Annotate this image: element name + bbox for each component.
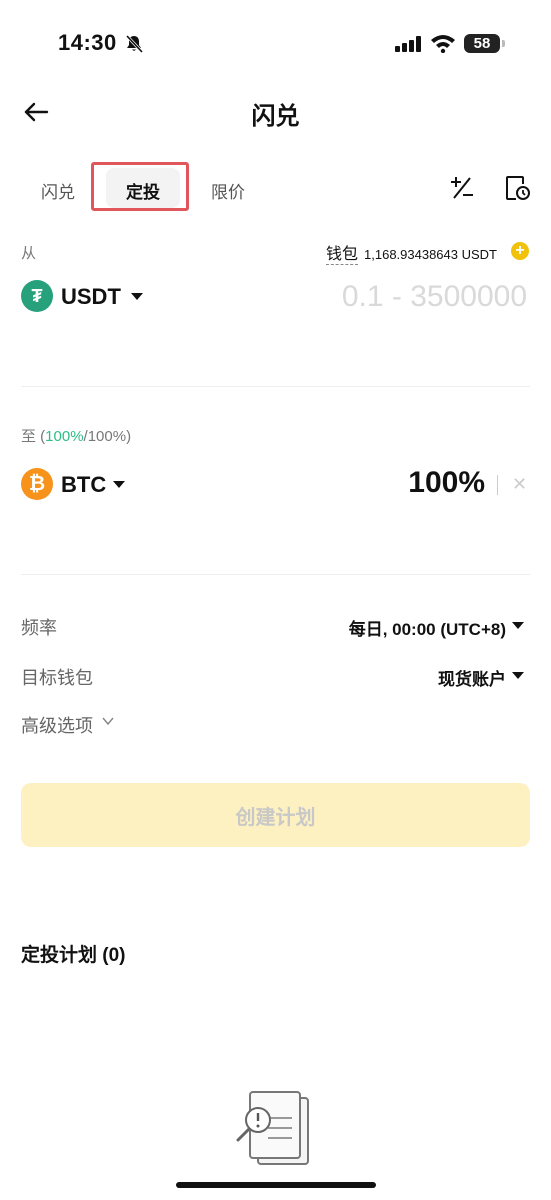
wifi-icon <box>431 35 455 53</box>
wallet-balance-value: 1,168.93438643 USDT <box>364 247 497 262</box>
plus-minus-icon[interactable] <box>448 174 476 202</box>
close-icon[interactable]: ✕ <box>512 474 527 495</box>
tab-limit[interactable]: 限价 <box>211 178 245 203</box>
caret-down-icon[interactable] <box>113 481 125 488</box>
frequency-selector[interactable]: 每日, 00:00 (UTC+8) <box>349 615 506 640</box>
home-indicator[interactable] <box>176 1182 376 1188</box>
empty-document-icon <box>236 1091 309 1165</box>
chevron-down-icon[interactable] <box>101 714 115 728</box>
order-history-icon[interactable] <box>503 174 531 202</box>
dca-plans-title: 定投计划 (0) <box>21 945 126 966</box>
caret-down-icon[interactable] <box>131 293 143 300</box>
caret-down-icon[interactable] <box>512 622 524 629</box>
advanced-options-toggle[interactable]: 高级选项 <box>21 712 93 738</box>
caret-down-icon[interactable] <box>512 672 524 679</box>
frequency-label: 频率 <box>21 618 57 638</box>
usdt-coin-icon[interactable]: ₮ <box>21 280 53 312</box>
wallet-balance: 钱包 1,168.93438643 USDT <box>326 240 497 265</box>
to-label-suffix: /100%) <box>83 428 132 445</box>
cellular-signal-icon <box>395 36 421 52</box>
highlight-box <box>91 162 189 211</box>
add-funds-icon[interactable]: + <box>511 242 529 260</box>
divider <box>21 574 530 575</box>
btc-coin-icon[interactable]: ₿ <box>21 468 53 500</box>
from-amount-input[interactable]: 0.1 - 3500000 <box>342 280 527 314</box>
wallet-label[interactable]: 钱包 <box>326 240 359 265</box>
target-wallet-selector[interactable]: 现货账户 <box>438 665 506 690</box>
to-coin-name[interactable]: BTC <box>61 472 106 498</box>
to-label: 至 (100%/100%) <box>21 425 131 446</box>
battery-nub <box>502 40 505 47</box>
status-time: 14:30 <box>58 30 117 55</box>
divider <box>21 386 530 387</box>
from-coin-name[interactable]: USDT <box>61 284 121 310</box>
create-plan-button[interactable]: 创建计划 <box>21 783 530 847</box>
to-label-prefix: 至 ( <box>21 428 46 445</box>
target-wallet-label: 目标钱包 <box>21 668 93 688</box>
from-label: 从 <box>21 245 37 262</box>
to-allocated-percent: 100% <box>45 428 84 445</box>
text-cursor <box>497 475 498 495</box>
bell-muted-icon <box>125 34 144 54</box>
battery-indicator: 58 <box>464 34 500 53</box>
tab-flash-swap[interactable]: 闪兑 <box>41 178 75 203</box>
allocation-percent-input[interactable]: 100% <box>408 466 485 500</box>
page-title: 闪兑 <box>251 103 300 130</box>
